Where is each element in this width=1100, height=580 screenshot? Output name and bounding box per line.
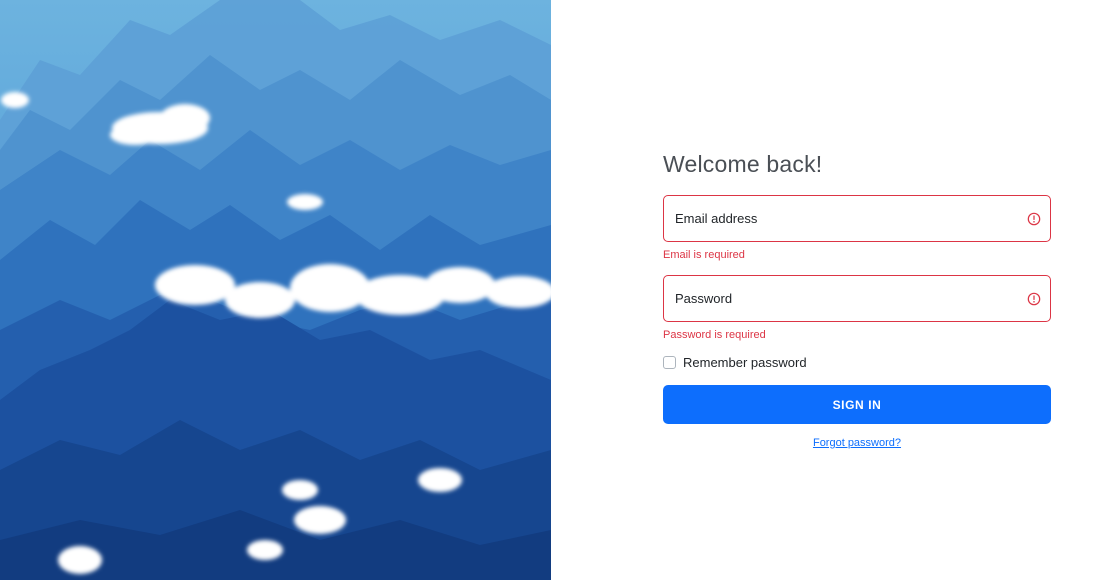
hero-image bbox=[0, 0, 551, 580]
page-title: Welcome back! bbox=[663, 151, 823, 177]
password-field[interactable] bbox=[663, 275, 1051, 322]
sign-in-button[interactable]: SIGN IN bbox=[663, 385, 1051, 424]
password-input[interactable] bbox=[664, 276, 1050, 321]
email-input[interactable] bbox=[664, 196, 1050, 241]
mountain-landscape-image bbox=[0, 0, 551, 580]
remember-label: Remember password bbox=[683, 354, 807, 370]
login-page: Welcome back! Email is required bbox=[0, 0, 1100, 580]
forgot-password-link[interactable]: Forgot password? bbox=[813, 437, 901, 449]
remember-password[interactable]: Remember password bbox=[663, 353, 1051, 371]
login-panel: Welcome back! Email is required bbox=[551, 0, 1100, 580]
alert-circle-icon bbox=[1027, 212, 1041, 225]
forgot-password-container: Forgot password? bbox=[663, 433, 1051, 451]
remember-checkbox[interactable] bbox=[663, 355, 676, 369]
password-error: Password is required bbox=[663, 329, 766, 341]
email-error: Email is required bbox=[663, 249, 745, 261]
alert-circle-icon bbox=[1027, 292, 1041, 305]
login-form: Welcome back! Email is required bbox=[663, 148, 1051, 451]
email-field[interactable] bbox=[663, 195, 1051, 242]
